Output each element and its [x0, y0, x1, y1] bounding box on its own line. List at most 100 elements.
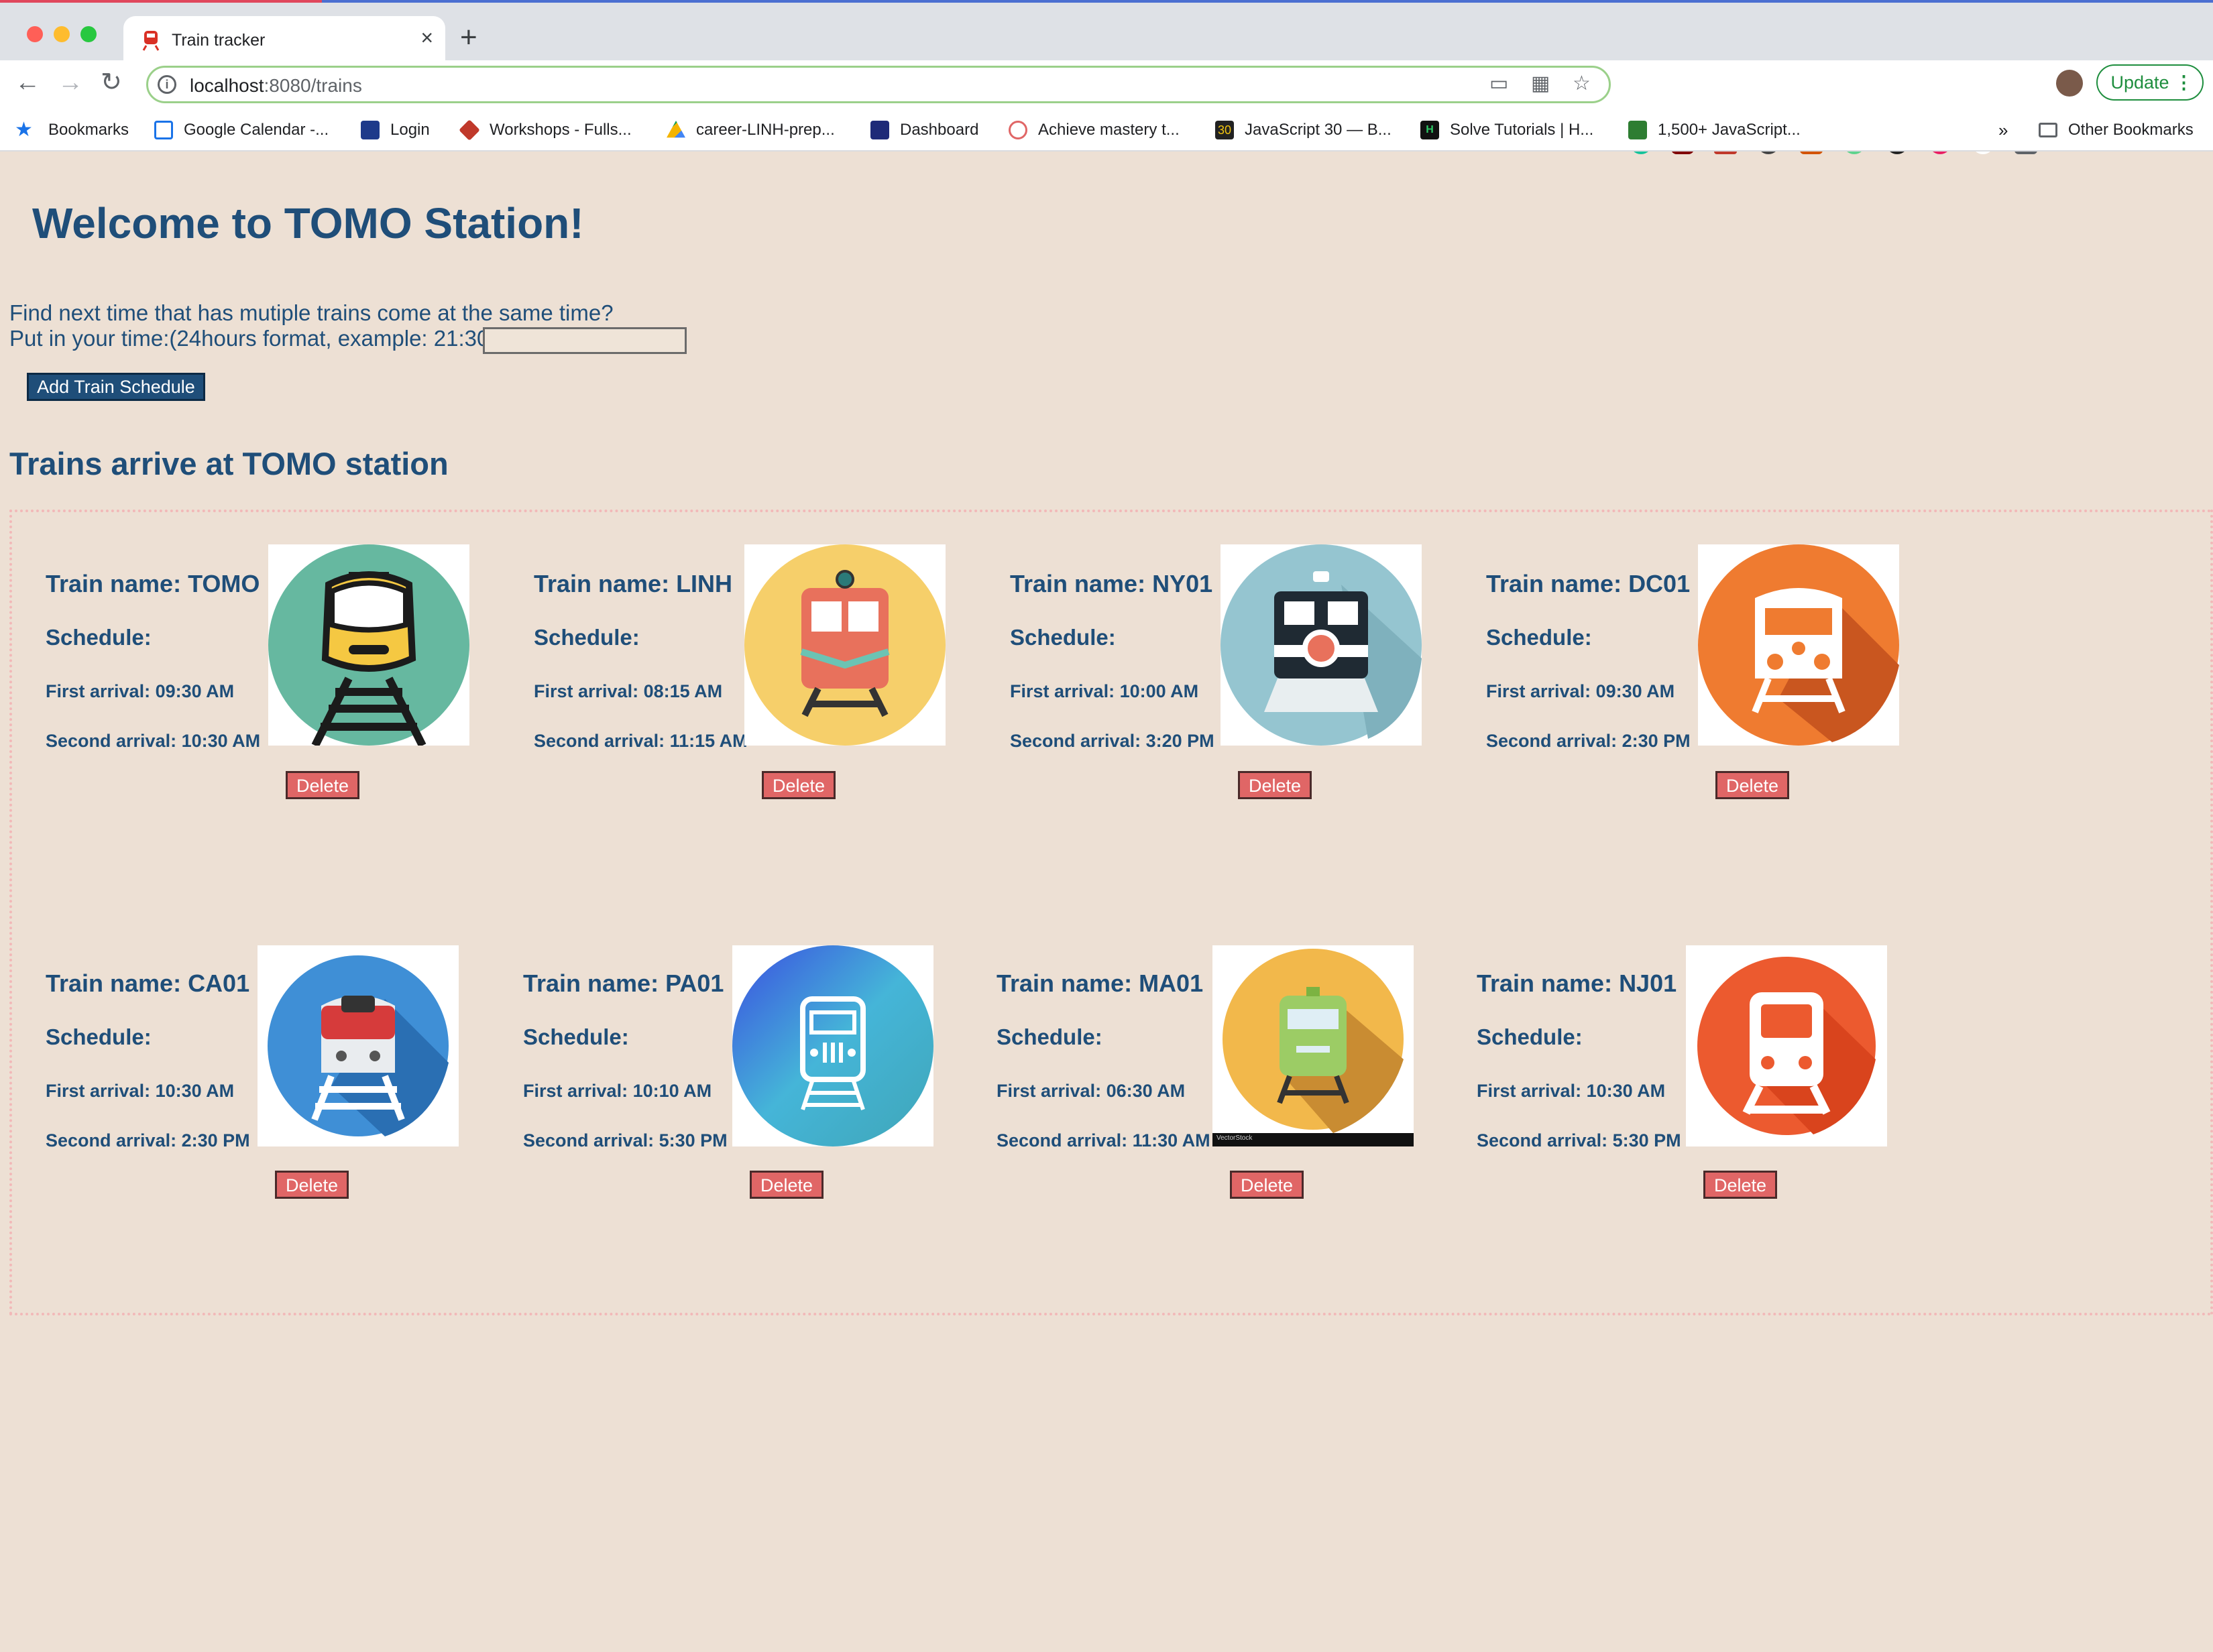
tab-strip-accent [0, 0, 322, 3]
close-tab-icon[interactable]: × [420, 27, 433, 48]
other-bookmarks-folder[interactable]: Other Bookmarks [2039, 117, 2194, 143]
google-calendar-icon [154, 121, 173, 139]
second-arrival: Second arrival: 5:30 PM [523, 1130, 728, 1150]
train-name: Train name: NJ01 [1477, 969, 1677, 997]
address-bar[interactable]: i localhost:8080/trains ▭ ▦ ☆ [146, 66, 1611, 103]
bookmark-item[interactable]: Google Calendar -... [154, 117, 329, 143]
bookmarks-bar: ★ Bookmarks Google Calendar -... Login Wo… [0, 109, 2213, 152]
cast-icon[interactable]: ▭ [1489, 74, 1508, 94]
schedule-label: Schedule: [523, 1024, 629, 1049]
prompt-question: Find next time that has mutiple trains c… [9, 300, 614, 325]
back-icon[interactable]: ← [15, 70, 40, 95]
more-bookmarks-button[interactable]: » [1998, 117, 2008, 143]
reload-icon[interactable]: ↻ [101, 70, 122, 95]
folder-icon [2039, 123, 2057, 137]
orange-train-icon [1698, 544, 1899, 746]
second-arrival: Second arrival: 2:30 PM [1486, 731, 1691, 751]
bookmark-label: Solve Tutorials | H... [1450, 121, 1594, 139]
bookmark-star-icon[interactable]: ☆ [1573, 74, 1591, 94]
first-arrival: First arrival: 10:30 AM [46, 1081, 235, 1101]
delete-button[interactable]: Delete [750, 1171, 824, 1199]
second-arrival: Second arrival: 2:30 PM [46, 1130, 250, 1150]
first-arrival: First arrival: 09:30 AM [46, 681, 235, 701]
update-label: Update [2110, 72, 2169, 93]
maximize-window-button[interactable] [80, 26, 97, 42]
vectorstock-watermark: VectorStock [1216, 1134, 1253, 1142]
bookmark-label: 1,500+ JavaScript... [1658, 121, 1801, 139]
time-input[interactable] [483, 327, 687, 354]
bookmark-item[interactable]: 30 JavaScript 30 — B... [1215, 117, 1392, 143]
tab-title: Train tracker [172, 31, 266, 50]
delete-button[interactable]: Delete [1715, 771, 1789, 799]
blue-train-icon [258, 945, 459, 1146]
second-arrival: Second arrival: 5:30 PM [1477, 1130, 1681, 1150]
delete-button[interactable]: Delete [286, 771, 359, 799]
schedule-label: Schedule: [1010, 625, 1116, 650]
delete-button[interactable]: Delete [275, 1171, 349, 1199]
delete-button[interactable]: Delete [1230, 1171, 1304, 1199]
green-tram-icon: VectorStock [1212, 945, 1414, 1146]
schedule-label: Schedule: [534, 625, 640, 650]
profile-avatar[interactable] [2056, 70, 2083, 97]
green-train-track-icon [268, 544, 469, 746]
first-arrival: First arrival: 10:00 AM [1010, 681, 1199, 701]
url-path: :8080/trains [264, 75, 362, 96]
gradient-train-icon [732, 945, 933, 1146]
menu-dots-icon[interactable]: ⋮ [2175, 66, 2193, 99]
train-name: Train name: NY01 [1010, 570, 1213, 597]
url-text[interactable]: localhost:8080/trains [190, 75, 362, 97]
bookmark-item[interactable]: Workshops - Fulls... [459, 117, 632, 143]
first-arrival: First arrival: 06:30 AM [997, 1081, 1186, 1101]
add-train-schedule-button[interactable]: Add Train Schedule [27, 373, 205, 401]
train-name: Train name: MA01 [997, 969, 1204, 997]
bookmark-item[interactable]: Achieve mastery t... [1009, 117, 1180, 143]
bookmark-item[interactable]: Dashboard [870, 117, 978, 143]
more-bookmarks-label: » [1998, 119, 2008, 140]
delete-button[interactable]: Delete [1238, 771, 1312, 799]
bookmark-label: Achieve mastery t... [1038, 121, 1180, 139]
delete-button[interactable]: Delete [1703, 1171, 1777, 1199]
second-arrival: Second arrival: 10:30 AM [46, 731, 261, 751]
qr-code-icon[interactable]: ▦ [1531, 74, 1550, 94]
schedule-label: Schedule: [46, 1024, 152, 1049]
forward-icon[interactable]: → [58, 70, 83, 95]
bookmark-item[interactable]: 1,500+ JavaScript... [1628, 117, 1801, 143]
google-drive-icon [667, 121, 685, 138]
bookmark-label: Login [390, 121, 430, 139]
bookmark-item[interactable]: ★ Bookmarks [15, 117, 129, 143]
mastery-icon [1009, 121, 1027, 139]
minimize-window-button[interactable] [54, 26, 70, 42]
train-name: Train name: PA01 [523, 969, 724, 997]
locomotive-icon [1221, 544, 1422, 746]
second-arrival: Second arrival: 11:15 AM [534, 731, 748, 751]
browser-chrome: Train tracker × + ← → ↻ i localhost:8080… [0, 0, 2213, 154]
red-train-icon [1686, 945, 1887, 1146]
bookmark-label: JavaScript 30 — B... [1245, 121, 1392, 139]
train-name: Train name: CA01 [46, 969, 250, 997]
schedule-label: Schedule: [997, 1024, 1102, 1049]
update-button[interactable]: Update ⋮ [2096, 64, 2204, 101]
diamond-icon [459, 119, 480, 141]
new-tab-icon[interactable]: + [460, 23, 477, 52]
close-window-button[interactable] [27, 26, 43, 42]
dashboard-icon [870, 121, 889, 139]
first-arrival: First arrival: 09:30 AM [1486, 681, 1675, 701]
train-name: Train name: TOMO [46, 570, 260, 597]
bookmark-item[interactable]: H Solve Tutorials | H... [1420, 117, 1593, 143]
second-arrival: Second arrival: 11:30 AM [997, 1130, 1210, 1150]
first-arrival: First arrival: 08:15 AM [534, 681, 723, 701]
schedule-label: Schedule: [46, 625, 152, 650]
tab-train-tracker[interactable]: Train tracker × [123, 16, 445, 63]
star-icon: ★ [15, 119, 33, 141]
page-title: Welcome to TOMO Station! [32, 199, 584, 247]
bookmark-label: Dashboard [900, 121, 979, 139]
bookmark-item[interactable]: Login [361, 117, 430, 143]
bookmark-label: Workshops - Fulls... [490, 121, 632, 139]
delete-button[interactable]: Delete [762, 771, 836, 799]
train-favicon-icon [142, 31, 160, 51]
first-arrival: First arrival: 10:10 AM [523, 1081, 712, 1101]
javascript-exercises-icon [1628, 121, 1647, 139]
train-name: Train name: LINH [534, 570, 733, 597]
bookmark-item[interactable]: career-LINH-prep... [667, 117, 835, 143]
site-info-icon[interactable]: i [158, 75, 176, 94]
